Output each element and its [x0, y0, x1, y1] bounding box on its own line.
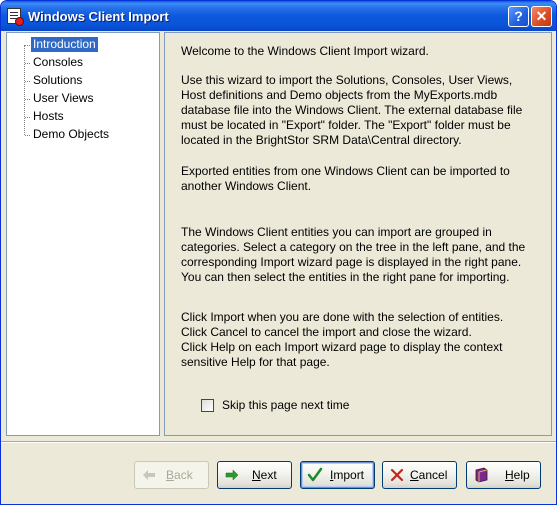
back-button[interactable]: Back	[134, 461, 209, 489]
intro-paragraph-line: Host definitions and Demo objects from t…	[181, 88, 498, 102]
next-label: Next	[252, 468, 277, 482]
document-app-icon	[7, 8, 24, 26]
category-info-line: categories. Select a category on the tre…	[181, 240, 526, 254]
tree-connector-branch	[25, 81, 30, 82]
category-info-line: corresponding Import wizard page is disp…	[181, 255, 522, 269]
help-title-button[interactable]: ?	[508, 6, 529, 27]
intro-paragraph-line: must be located in "Export" folder. The …	[181, 118, 511, 132]
instructions-line: Click Import when you are done with the …	[181, 310, 504, 324]
category-tree[interactable]: Introduction Consoles Solutions User Vie…	[6, 32, 160, 436]
x-mark-icon	[390, 468, 404, 482]
tree-connector-branch	[25, 63, 30, 64]
button-bar-separator	[1, 441, 556, 443]
tree-connector-branch	[25, 99, 30, 100]
skip-page-checkbox[interactable]	[201, 399, 214, 412]
tree-connector-branch	[25, 45, 30, 46]
skip-page-label[interactable]: Skip this page next time	[222, 398, 349, 413]
tree-item-user-views[interactable]: User Views	[31, 91, 95, 106]
export-info-line: Exported entities from one Windows Clien…	[181, 164, 510, 178]
title-bar[interactable]: Windows Client Import ? ✕	[1, 1, 556, 31]
import-wizard-window: Windows Client Import ? ✕ Introduction C…	[0, 0, 557, 505]
close-title-button[interactable]: ✕	[531, 6, 552, 27]
tree-item-introduction[interactable]: Introduction	[31, 37, 98, 52]
export-info-line: another Windows Client.	[181, 179, 312, 193]
tree-item-solutions[interactable]: Solutions	[31, 73, 84, 88]
help-button[interactable]: Help	[466, 461, 541, 489]
book-icon	[475, 467, 488, 483]
tree-connector-branch	[25, 117, 30, 118]
back-label: Back	[166, 468, 193, 482]
tree-connector-branch	[25, 135, 30, 136]
cancel-label: Cancel	[410, 468, 448, 482]
welcome-text: Welcome to the Windows Client Import wiz…	[181, 44, 429, 58]
tree-item-demo-objects[interactable]: Demo Objects	[31, 127, 111, 142]
category-info-line: You can then select the entities in the …	[181, 270, 510, 284]
intro-paragraph-line: database file into the Windows Client. T…	[181, 103, 523, 117]
tree-item-hosts[interactable]: Hosts	[31, 109, 66, 124]
import-button[interactable]: Import	[300, 461, 375, 489]
instructions-line: Click Help on each Import wizard page to…	[181, 340, 503, 354]
tree-connector-line	[24, 45, 25, 135]
arrow-left-icon	[143, 470, 155, 480]
tree-item-consoles[interactable]: Consoles	[31, 55, 85, 70]
window-title: Windows Client Import	[28, 9, 169, 24]
intro-paragraph-line: Use this wizard to import the Solutions,…	[181, 73, 513, 87]
category-info-line: The Windows Client entities you can impo…	[181, 225, 492, 239]
instructions-line: Click Cancel to cancel the import and cl…	[181, 325, 472, 339]
intro-paragraph-line: located in the BrightStor SRM Data\Centr…	[181, 133, 462, 147]
help-label: Help	[505, 468, 530, 482]
arrow-right-icon	[225, 469, 239, 481]
cancel-button[interactable]: Cancel	[382, 461, 457, 489]
import-label: Import	[330, 468, 365, 482]
instructions-line: sensitive Help for that page.	[181, 355, 330, 369]
next-button[interactable]: Next	[217, 461, 292, 489]
introduction-panel: Welcome to the Windows Client Import wiz…	[164, 32, 552, 436]
checkmark-icon	[307, 467, 323, 482]
